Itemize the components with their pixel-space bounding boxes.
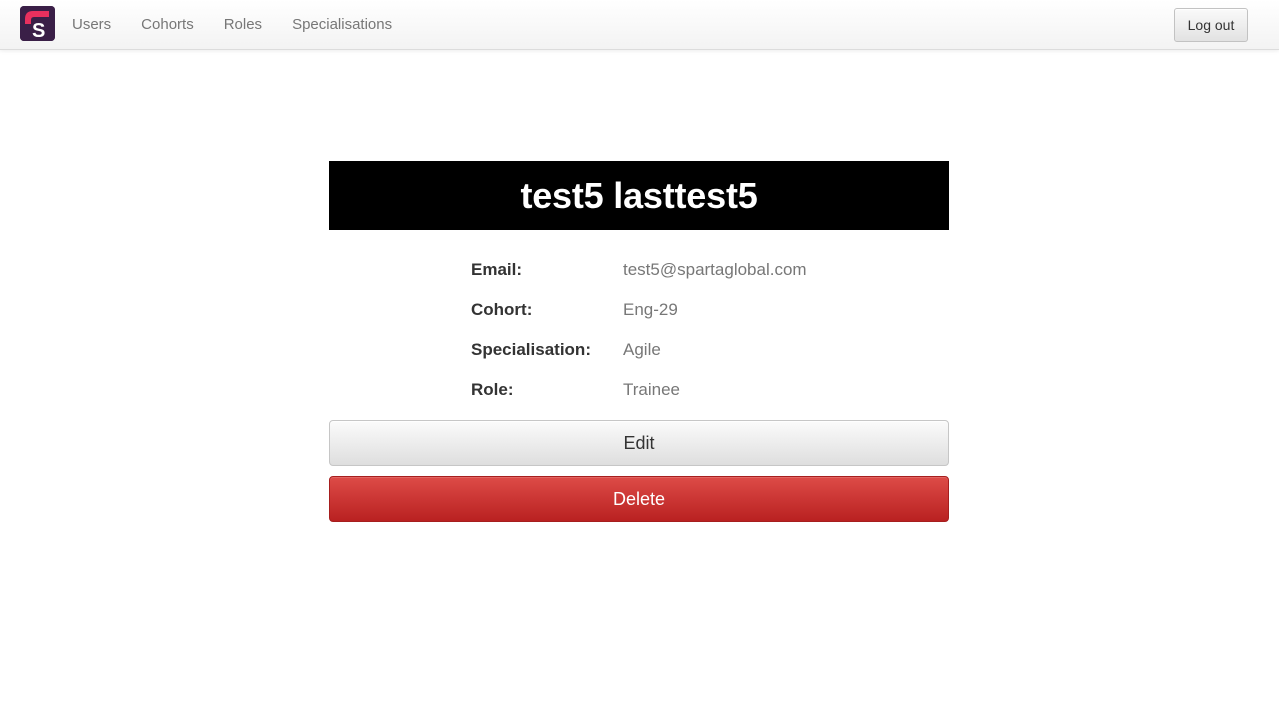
logo-letter: S bbox=[32, 20, 45, 41]
specialisation-label: Specialisation: bbox=[471, 340, 591, 359]
email-label: Email: bbox=[471, 260, 523, 279]
profile-title-bar: test5 lasttest5 bbox=[329, 161, 949, 230]
cohort-value: Eng-29 bbox=[623, 300, 678, 319]
role-label: Role: bbox=[471, 380, 514, 399]
cohort-label: Cohort: bbox=[471, 300, 533, 319]
detail-row-email: Email: test5@spartaglobal.com bbox=[471, 250, 871, 290]
detail-row-role: Role: Trainee bbox=[471, 370, 871, 410]
edit-button[interactable]: Edit bbox=[329, 420, 949, 466]
detail-row-cohort: Cohort: Eng-29 bbox=[471, 290, 871, 330]
delete-button[interactable]: Delete bbox=[329, 476, 949, 522]
logout-button[interactable]: Log out bbox=[1174, 8, 1248, 42]
nav-link-specialisations[interactable]: Specialisations bbox=[277, 0, 407, 50]
top-navbar: S Users Cohorts Roles Specialisations Lo… bbox=[0, 0, 1279, 50]
specialisation-value: Agile bbox=[623, 340, 661, 359]
main-nav: Users Cohorts Roles Specialisations bbox=[57, 0, 407, 50]
user-full-name: test5 lasttest5 bbox=[520, 174, 758, 216]
nav-link-users[interactable]: Users bbox=[57, 0, 126, 50]
nav-link-cohorts[interactable]: Cohorts bbox=[126, 0, 209, 50]
email-value: test5@spartaglobal.com bbox=[623, 260, 807, 279]
profile-details: Email: test5@spartaglobal.com Cohort: En… bbox=[471, 250, 871, 410]
detail-row-specialisation: Specialisation: Agile bbox=[471, 330, 871, 370]
sparta-logo-icon[interactable]: S bbox=[20, 6, 55, 41]
role-value: Trainee bbox=[623, 380, 681, 399]
nav-link-roles[interactable]: Roles bbox=[209, 0, 277, 50]
